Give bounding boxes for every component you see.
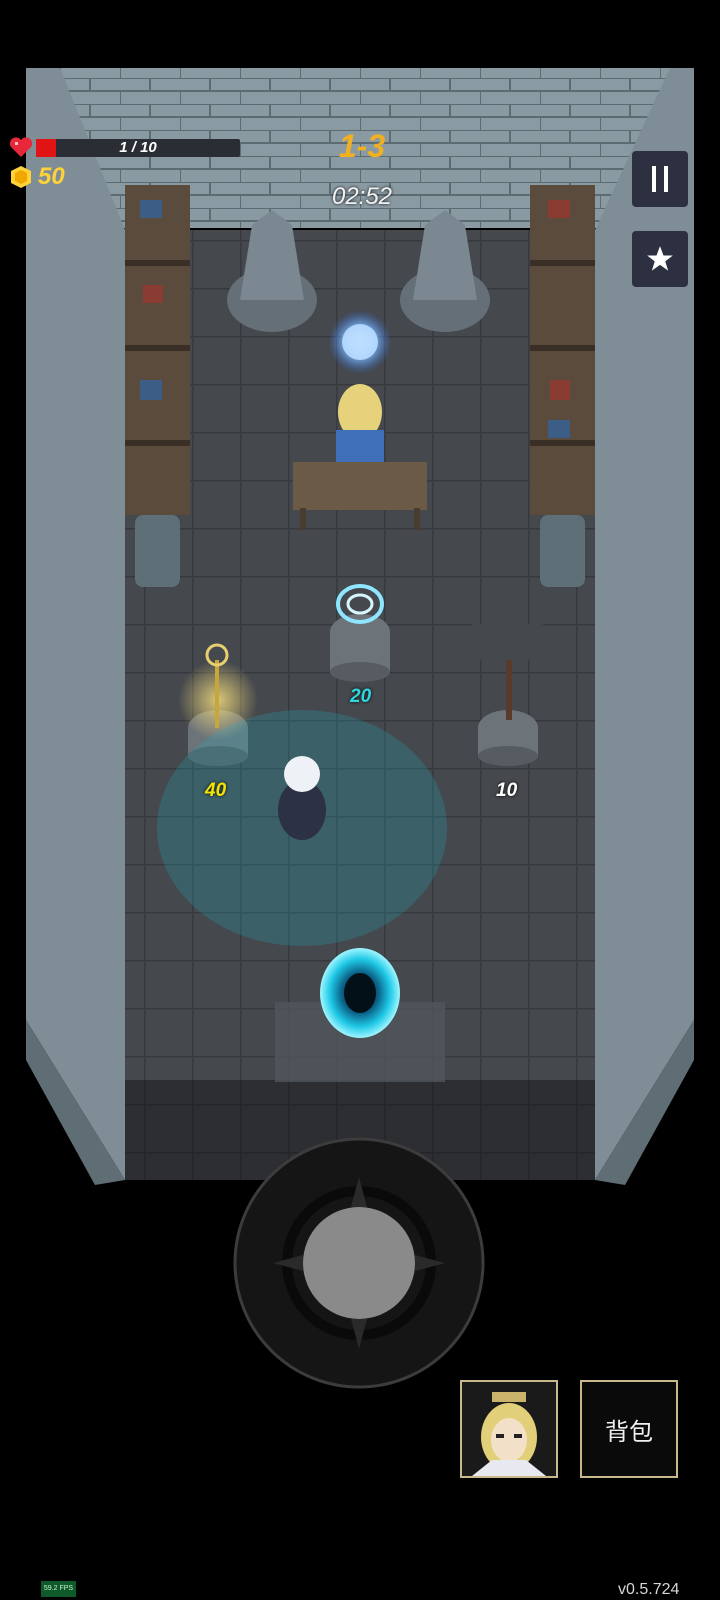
virtual-joystick[interactable] <box>233 1137 485 1389</box>
heart-icon <box>9 137 33 157</box>
pause-icon <box>652 166 668 192</box>
coin-count: 50 <box>38 163 65 190</box>
character-portrait-button[interactable] <box>460 1380 558 1478</box>
fps-counter: 59.2 FPS <box>41 1581 76 1597</box>
pause-button[interactable] <box>632 151 688 207</box>
star-icon <box>647 246 673 271</box>
orb-price: 20 <box>350 686 372 707</box>
character-portrait-icon <box>462 1382 556 1476</box>
staff-price: 40 <box>205 780 227 801</box>
joystick-knob <box>303 1207 415 1319</box>
coin-icon <box>11 166 31 188</box>
timer-label: 02:52 <box>331 183 393 210</box>
version-label: v0.5.724 <box>618 1581 680 1598</box>
level-label: 1-3 <box>338 128 386 164</box>
backpack-label: 背包 <box>605 1418 653 1446</box>
favorite-button[interactable] <box>632 231 688 287</box>
backpack-button[interactable]: 背包 <box>580 1380 678 1478</box>
health-text: 1 / 10 <box>119 139 157 156</box>
health-bar: 1 / 10 <box>36 139 240 157</box>
hammer-price: 10 <box>496 780 518 801</box>
